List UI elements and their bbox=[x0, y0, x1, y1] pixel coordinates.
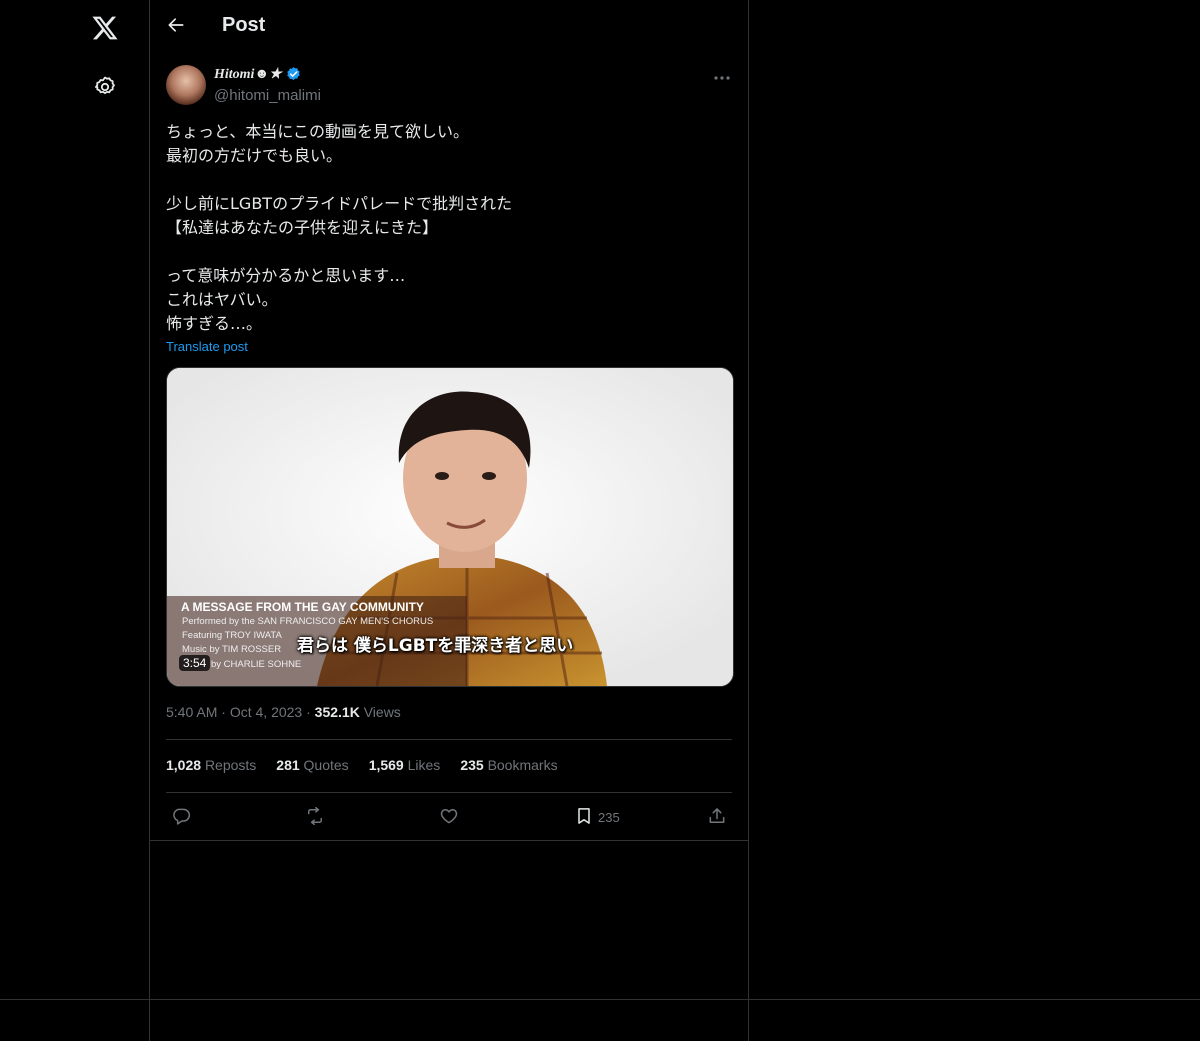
translate-post-link[interactable]: Translate post bbox=[166, 339, 248, 354]
reply-button[interactable] bbox=[171, 805, 191, 829]
left-nav bbox=[0, 0, 149, 1000]
divider bbox=[166, 792, 732, 793]
author-handle[interactable]: @hitomi_malimi bbox=[214, 87, 321, 104]
verified-badge-icon bbox=[285, 66, 302, 83]
likes-stat[interactable]: 1,569 Likes bbox=[369, 757, 441, 773]
more-options-button[interactable] bbox=[710, 64, 734, 86]
x-logo-icon[interactable] bbox=[89, 12, 121, 44]
left-column-divider bbox=[149, 0, 150, 1041]
video-overlay-title: A MESSAGE FROM THE GAY COMMUNITY bbox=[181, 600, 424, 614]
meta-separator: · bbox=[221, 704, 230, 720]
quotes-count: 281 bbox=[276, 757, 300, 773]
views-count: 352.1K bbox=[314, 704, 360, 720]
views-label: Views bbox=[363, 704, 401, 720]
reposts-count: 1,028 bbox=[166, 757, 202, 773]
share-icon bbox=[707, 806, 727, 829]
more-horizontal-icon bbox=[713, 66, 731, 85]
video-subtitle: 君らは 僕らLGBTを罪深き者と思い bbox=[297, 636, 574, 656]
repost-icon bbox=[304, 806, 326, 829]
post-date[interactable]: Oct 4, 2023 bbox=[230, 704, 302, 720]
main-column-divider bbox=[748, 0, 749, 1041]
post-time[interactable]: 5:40 AM bbox=[166, 704, 217, 720]
heart-icon bbox=[439, 806, 459, 829]
page-title: Post bbox=[222, 14, 266, 36]
bookmark-icon bbox=[574, 806, 594, 829]
author-name-row[interactable]: Hitomi☻★ bbox=[214, 66, 302, 83]
divider bbox=[166, 739, 732, 740]
quotes-label: Quotes bbox=[303, 757, 349, 773]
quotes-stat[interactable]: 281 Quotes bbox=[276, 757, 348, 773]
reposts-label: Reposts bbox=[204, 757, 257, 773]
video-overlay-line: Music by TIM ROSSER bbox=[182, 644, 282, 655]
like-button[interactable] bbox=[439, 805, 459, 829]
repost-button[interactable] bbox=[304, 805, 326, 829]
video-duration-badge: 3:54 bbox=[179, 655, 211, 671]
gear-icon[interactable] bbox=[89, 71, 121, 103]
video-overlay-line: Performed by the SAN FRANCISCO GAY MEN'S… bbox=[182, 616, 434, 627]
bookmarks-label: Bookmarks bbox=[487, 757, 558, 773]
author-name[interactable]: Hitomi☻★ bbox=[214, 66, 282, 83]
video-player[interactable]: A MESSAGE FROM THE GAY COMMUNITY Perform… bbox=[166, 367, 734, 687]
post-text: ちょっと、本当にこの動画を見て欲しい。 最初の方だけでも良い。 少し前にLGBT… bbox=[166, 122, 513, 333]
meta-separator: · bbox=[306, 704, 315, 720]
post-stats: 1,028 Reposts 281 Quotes 1,569 Likes 235… bbox=[166, 757, 558, 773]
bookmarks-stat[interactable]: 235 Bookmarks bbox=[460, 757, 557, 773]
bookmarks-count: 235 bbox=[460, 757, 484, 773]
video-overlay-line: Featuring TROY IWATA bbox=[182, 630, 282, 641]
reply-icon bbox=[171, 806, 191, 829]
share-button[interactable] bbox=[707, 805, 727, 829]
bookmark-count: 235 bbox=[598, 809, 620, 825]
likes-label: Likes bbox=[407, 757, 441, 773]
video-overlay-line: by CHARLIE SOHNE bbox=[211, 659, 302, 670]
likes-count: 1,569 bbox=[368, 757, 404, 773]
post-meta: 5:40 AM · Oct 4, 2023 · 352.1K Views bbox=[166, 704, 401, 720]
post-header: Post bbox=[150, 0, 748, 54]
reposts-stat[interactable]: 1,028 Reposts bbox=[166, 757, 256, 773]
arrow-left-icon bbox=[166, 15, 186, 39]
bookmark-button[interactable]: 235 bbox=[574, 805, 620, 829]
bottom-divider bbox=[0, 999, 1200, 1000]
post-actions: 235 bbox=[166, 805, 732, 829]
back-button[interactable] bbox=[164, 15, 188, 39]
post-bottom-divider bbox=[150, 840, 748, 841]
avatar[interactable] bbox=[166, 65, 206, 105]
